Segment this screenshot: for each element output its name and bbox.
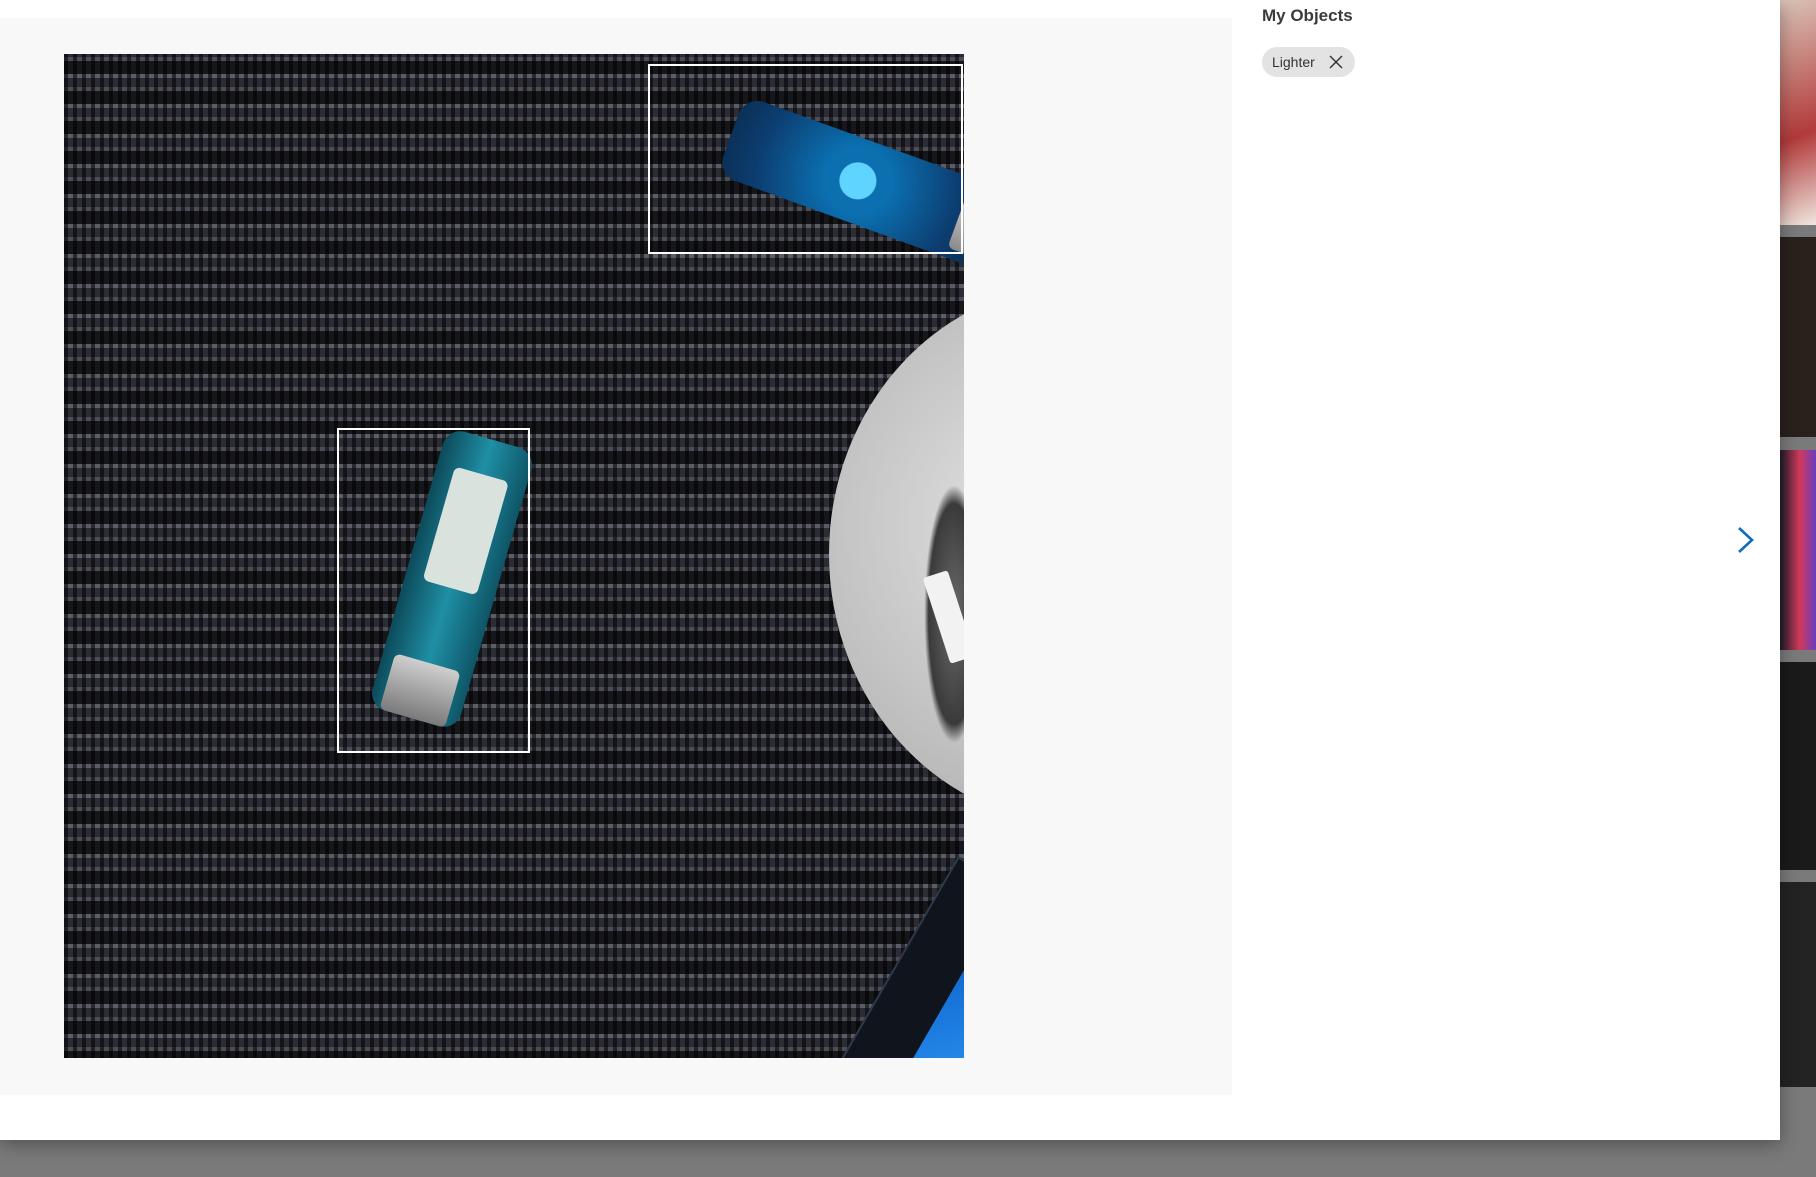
background-thumbnail xyxy=(1780,0,1816,225)
chevron-right-icon xyxy=(1738,527,1754,553)
object-tag[interactable]: Lighter xyxy=(1262,47,1355,77)
image-viewer xyxy=(0,18,1232,1095)
pack-print xyxy=(910,923,964,1058)
background-thumbnail xyxy=(1780,450,1816,650)
background-thumbnail xyxy=(1780,237,1816,437)
image-detail-dialog: My Objects Lighter xyxy=(0,0,1780,1140)
cigarette-pack-shape xyxy=(841,856,964,1058)
next-image-button[interactable] xyxy=(1725,520,1765,560)
background-thumbnail xyxy=(1780,662,1816,870)
panel-title: My Objects xyxy=(1262,6,1353,25)
photo xyxy=(64,54,964,1058)
objects-panel: My Objects Lighter xyxy=(1232,0,1780,1140)
tag-label: Lighter xyxy=(1272,54,1315,70)
object-bounding-box[interactable] xyxy=(337,428,530,753)
close-icon[interactable] xyxy=(1327,53,1345,71)
background-thumbnail xyxy=(1780,882,1816,1087)
object-bounding-box[interactable] xyxy=(648,64,963,254)
